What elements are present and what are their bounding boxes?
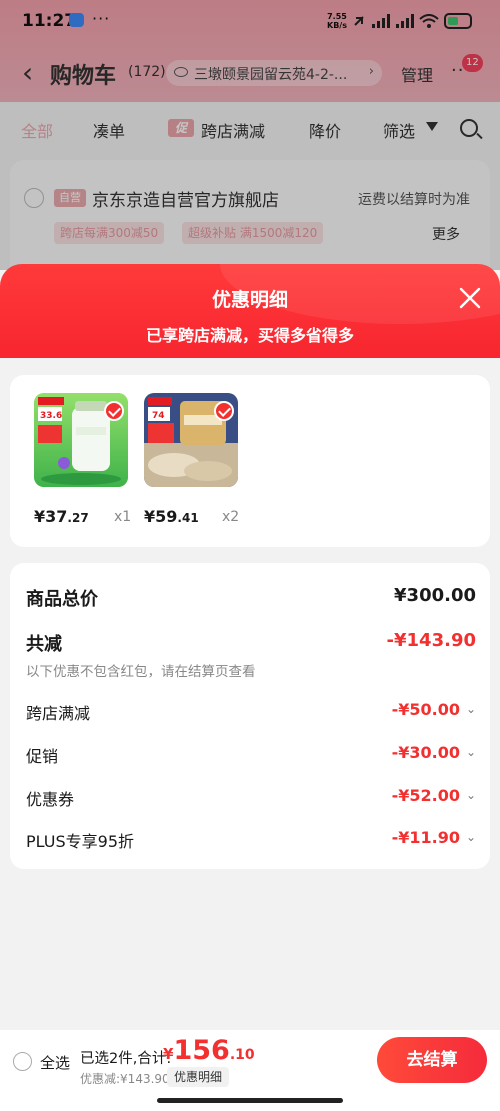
chevron-down-icon: ⌄ [465, 788, 476, 802]
home-indicator [157, 1098, 343, 1103]
total-price-value: ¥300.00 [394, 585, 476, 606]
total-price-label: 商品总价 [26, 589, 98, 610]
sheet-subtitle: 已享跨店满减，买得多省得多 [145, 326, 354, 345]
discount-detail-button[interactable]: 优惠明细 [167, 1067, 230, 1087]
selected-check-icon [104, 401, 124, 421]
select-all-radio[interactable] [13, 1052, 32, 1071]
product-price: ¥59.41 [144, 507, 199, 526]
select-all-label[interactable]: 全选 [40, 1052, 70, 1073]
chevron-down-icon: ⌄ [465, 745, 476, 759]
discount-value: -¥50.00 ⌄ [391, 700, 476, 719]
discount-label: PLUS专享95折 [26, 832, 134, 851]
discount-value: -¥11.90 ⌄ [391, 828, 476, 847]
selected-check-icon [214, 401, 234, 421]
svg-text:74: 74 [152, 411, 165, 421]
discount-note: 以下优惠不包含红包，请在结算页查看 [26, 664, 256, 680]
selected-products-card: 33.6 ¥37.27 x1 74 ¥59.41 x2 [10, 375, 490, 547]
discount-label: 促销 [26, 747, 59, 766]
cart-page-background: 11:27 ··· 7.55 KB/s ‹ 购物车 (172) 三墩颐景园留云苑4… [0, 0, 500, 270]
discount-amount: 优惠减:¥143.90 [80, 1072, 170, 1086]
product-quantity: x2 [222, 509, 240, 525]
modal-backdrop[interactable] [0, 0, 500, 270]
chevron-down-icon: ⌄ [465, 702, 476, 716]
close-icon[interactable] [458, 286, 482, 310]
checkout-bar: 全选 已选2件,合计: ¥156.10 优惠减:¥143.90 优惠明细 去结算 [0, 1030, 500, 1111]
discount-value: -¥52.00 ⌄ [391, 786, 476, 805]
total-reduction-value: -¥143.90 [386, 630, 476, 651]
product-price: ¥37.27 [34, 507, 89, 526]
product-quantity: x1 [114, 509, 132, 525]
discount-sheet-header: 优惠明细 已享跨店满减，买得多省得多 [0, 264, 500, 364]
chevron-down-icon: ⌄ [465, 830, 476, 844]
price-summary-card: 商品总价 ¥300.00 共减 -¥143.90 以下优惠不包含红包，请在结算页… [10, 563, 490, 869]
discount-value: -¥30.00 ⌄ [391, 743, 476, 762]
discount-label: 优惠券 [26, 790, 75, 809]
selected-info: 已选2件,合计: [80, 1051, 172, 1067]
discount-label: 跨店满减 [26, 704, 91, 723]
svg-text:33.6: 33.6 [40, 411, 62, 421]
sheet-title: 优惠明细 [211, 289, 288, 311]
checkout-button[interactable]: 去结算 [377, 1037, 487, 1083]
discount-sheet-body: 33.6 ¥37.27 x1 74 ¥59.41 x2 商品总价 ¥300.00… [0, 358, 500, 1030]
total-reduction-label: 共减 [26, 634, 62, 655]
total-amount: ¥156.10 [163, 1035, 255, 1066]
